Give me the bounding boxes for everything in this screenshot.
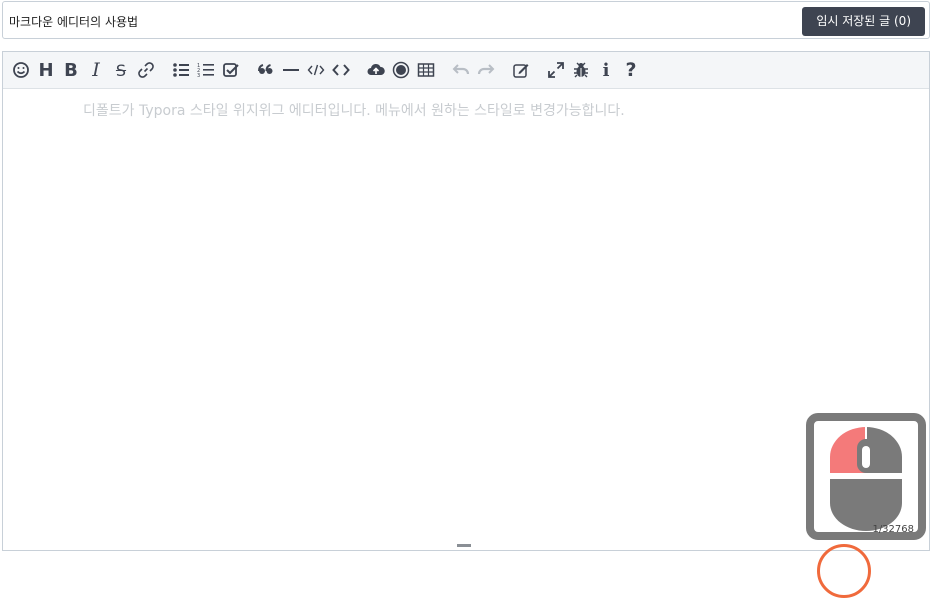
checklist-icon[interactable] (221, 60, 241, 80)
ordered-list-icon[interactable]: 123 (196, 60, 216, 80)
title-input[interactable] (9, 10, 709, 32)
heading-icon[interactable]: H (36, 60, 56, 81)
fullscreen-icon[interactable] (546, 60, 566, 80)
code-block-icon[interactable] (331, 60, 351, 80)
edit-icon[interactable] (511, 60, 531, 80)
markdown-editor: H B I S 123 i ? 디폴트가 Typora 스타일 위지위그 에디터… (2, 51, 930, 551)
editor-toolbar: H B I S 123 i ? (3, 52, 929, 89)
click-indicator (817, 544, 871, 598)
help-icon[interactable]: ? (621, 59, 641, 81)
table-icon[interactable] (416, 60, 436, 80)
mouse-widget: 1/32768 (806, 413, 926, 540)
title-bar: 임시 저장된 글 (0) (2, 1, 930, 39)
upload-icon[interactable] (366, 60, 386, 80)
editor-placeholder[interactable]: 디폴트가 Typora 스타일 위지위그 에디터입니다. 메뉴에서 원하는 스타… (83, 100, 625, 120)
italic-icon[interactable]: I (86, 59, 106, 81)
strikethrough-icon[interactable]: S (111, 60, 131, 80)
record-icon[interactable] (391, 60, 411, 80)
info-icon[interactable]: i (596, 60, 616, 81)
redo-icon[interactable] (476, 60, 496, 80)
svg-text:3: 3 (197, 73, 200, 79)
bug-icon[interactable] (571, 60, 591, 80)
bold-icon[interactable]: B (61, 60, 81, 81)
unordered-list-icon[interactable] (171, 60, 191, 80)
blockquote-icon[interactable] (256, 60, 276, 80)
horizontal-rule-icon[interactable] (281, 60, 301, 80)
inline-code-icon[interactable] (306, 60, 326, 80)
emoji-icon[interactable] (11, 60, 31, 80)
draft-posts-button[interactable]: 임시 저장된 글 (0) (802, 7, 925, 36)
undo-icon[interactable] (451, 60, 471, 80)
click-counter: 1/32768 (872, 524, 914, 535)
resize-handle[interactable] (457, 544, 471, 547)
mouse-icon (830, 427, 902, 531)
link-icon[interactable] (136, 60, 156, 80)
